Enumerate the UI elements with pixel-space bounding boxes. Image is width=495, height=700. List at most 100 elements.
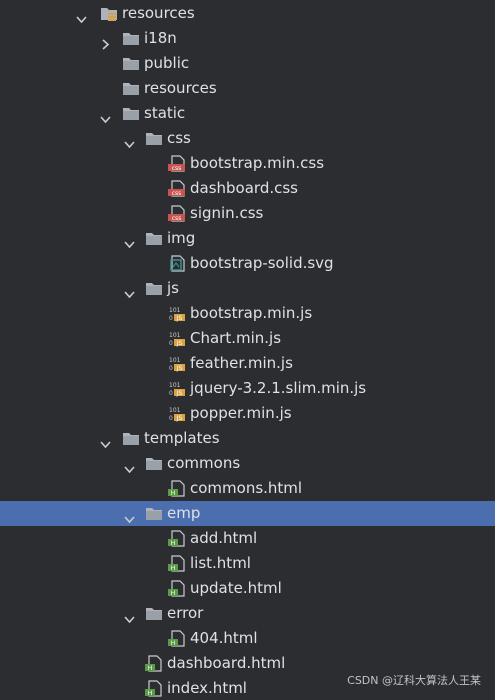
tree-row-label: add.html (190, 529, 258, 547)
svg-text:JS: JS (176, 315, 183, 322)
tree-row-label: update.html (190, 579, 282, 597)
js-file-icon: 101 0 JS (168, 305, 186, 322)
svg-text:H: H (171, 590, 176, 597)
tree-row[interactable]: 101 0 JS jquery-3.2.1.slim.min.js (0, 376, 495, 401)
svg-text:JS: JS (176, 390, 183, 397)
folder-icon (145, 130, 163, 147)
tree-row-label: dashboard.css (190, 179, 298, 197)
tree-row[interactable]: Hlist.html (0, 551, 495, 576)
tree-row[interactable]: 101 0 JS Chart.min.js (0, 326, 495, 351)
tree-row[interactable]: H 404.html (0, 626, 495, 651)
html-file-icon: H (168, 630, 186, 647)
tree-row-label: Chart.min.js (190, 329, 282, 347)
tree-row-label: static (144, 104, 186, 122)
js-file-icon: 101 0 JS (168, 330, 186, 347)
chevron-down-icon[interactable] (124, 608, 135, 624)
tree-row[interactable]: bootstrap-solid.svg (0, 251, 495, 276)
html-file-icon: H (168, 580, 186, 597)
css-file-icon: css (168, 205, 186, 222)
svg-text:0: 0 (169, 365, 173, 372)
html-file-icon: H (168, 530, 186, 547)
svg-text:101: 101 (169, 407, 181, 414)
tree-row[interactable]: Hupdate.html (0, 576, 495, 601)
chevron-down-icon[interactable] (124, 283, 135, 299)
html-file-icon: H (168, 480, 186, 497)
folder-icon (122, 30, 140, 47)
tree-row[interactable]: resources (0, 1, 495, 26)
folder-icon (145, 605, 163, 622)
tree-row[interactable]: 101 0 JS feather.min.js (0, 351, 495, 376)
svg-text:0: 0 (169, 315, 173, 322)
tree-row-label: css (167, 129, 191, 147)
tree-row[interactable]: templates (0, 426, 495, 451)
chevron-down-icon[interactable] (124, 458, 135, 474)
svg-text:101: 101 (169, 332, 181, 339)
tree-row[interactable]: commons (0, 451, 495, 476)
tree-row[interactable]: error (0, 601, 495, 626)
tree-row[interactable]: js (0, 276, 495, 301)
tree-row[interactable]: css dashboard.css (0, 176, 495, 201)
svg-text:101: 101 (169, 357, 181, 364)
watermark: CSDN @辽科大算法人王某 (347, 674, 481, 687)
chevron-down-icon[interactable] (100, 108, 111, 124)
folder-icon (122, 80, 140, 97)
svg-text:JS: JS (176, 415, 183, 422)
tree-row[interactable]: 101 0 JS bootstrap.min.js (0, 301, 495, 326)
folder-icon (145, 455, 163, 472)
svg-text:H: H (171, 565, 176, 572)
js-file-icon: 101 0 JS (168, 405, 186, 422)
folder-icon (145, 230, 163, 247)
svg-text:0: 0 (169, 340, 173, 347)
tree-row[interactable]: resources (0, 76, 495, 101)
tree-row-label: jquery-3.2.1.slim.min.js (190, 379, 367, 397)
svg-text:0: 0 (169, 390, 173, 397)
chevron-down-icon[interactable] (124, 508, 135, 524)
tree-row-label: js (167, 279, 179, 297)
tree-row-label: bootstrap.min.css (190, 154, 325, 172)
tree-row[interactable]: img (0, 226, 495, 251)
svg-text:H: H (171, 540, 176, 547)
css-file-icon: css (168, 155, 186, 172)
chevron-down-icon[interactable] (124, 133, 135, 149)
svg-text:css: css (172, 190, 182, 197)
tree-row[interactable]: css bootstrap.min.css (0, 151, 495, 176)
tree-row-label: commons.html (190, 479, 303, 497)
tree-row[interactable]: css signin.css (0, 201, 495, 226)
svg-text:101: 101 (169, 382, 181, 389)
svg-text:101: 101 (169, 307, 181, 314)
tree-row[interactable]: 101 0 JS popper.min.js (0, 401, 495, 426)
tree-row[interactable]: Hcommons.html (0, 476, 495, 501)
tree-row-label: 404.html (190, 629, 258, 647)
folder-icon (122, 105, 140, 122)
tree-row-label: bootstrap-solid.svg (190, 254, 334, 272)
tree-row[interactable]: i18n (0, 26, 495, 51)
tree-row-label: bootstrap.min.js (190, 304, 313, 322)
tree-row-label: resources (122, 4, 195, 22)
chevron-down-icon[interactable] (76, 8, 87, 24)
chevron-down-icon[interactable] (124, 233, 135, 249)
svg-text:H: H (171, 640, 176, 647)
tree-row[interactable]: public (0, 51, 495, 76)
tree-row[interactable]: static (0, 101, 495, 126)
tree-row-label: signin.css (190, 204, 264, 222)
tree-row-label: index.html (167, 679, 247, 697)
tree-row-label: resources (144, 79, 217, 97)
js-file-icon: 101 0 JS (168, 355, 186, 372)
css-file-icon: css (168, 180, 186, 197)
html-file-icon: H (145, 655, 163, 672)
tree-row[interactable]: Hadd.html (0, 526, 495, 551)
folder-icon (122, 430, 140, 447)
svg-text:H: H (148, 665, 153, 672)
tree-row-label: feather.min.js (190, 354, 293, 372)
tree-row[interactable]: emp (0, 501, 495, 526)
chevron-right-icon[interactable] (100, 33, 111, 50)
folder-icon (122, 55, 140, 72)
tree-row-label: public (144, 54, 190, 72)
svg-text:css: css (172, 165, 182, 172)
svg-text:css: css (172, 215, 182, 222)
tree-row-label: list.html (190, 554, 251, 572)
tree-row-label: templates (144, 429, 220, 447)
tree-row[interactable]: css (0, 126, 495, 151)
folder-icon (145, 505, 163, 522)
chevron-down-icon[interactable] (100, 433, 111, 449)
